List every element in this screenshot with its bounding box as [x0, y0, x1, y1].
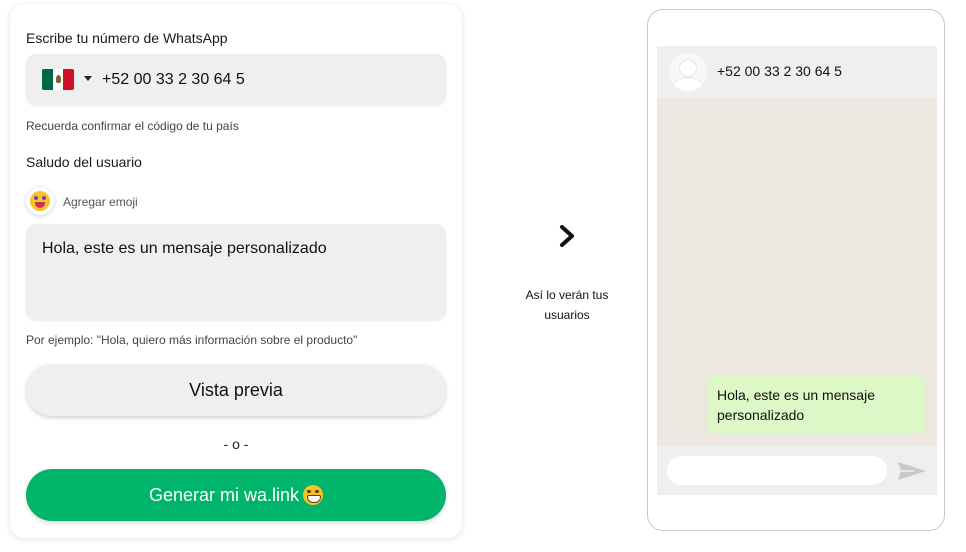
message-bubble: Hola, este es un mensaje personalizado	[707, 376, 925, 434]
emoji-face-icon	[30, 191, 50, 211]
phone-label: Escribe tu número de WhatsApp	[26, 30, 228, 46]
add-emoji-button[interactable]	[26, 187, 54, 215]
preview-caption: Así lo verán tus usuarios	[525, 288, 609, 322]
add-emoji-label[interactable]: Agregar emoji	[63, 195, 138, 209]
chat-body: Hola, este es un mensaje personalizado	[657, 98, 937, 446]
message-hint: Por ejemplo: "Hola, quiero más informaci…	[26, 333, 358, 347]
greeting-label: Saludo del usuario	[26, 154, 142, 170]
phone-preview: +52 00 33 2 30 64 5 Hola, este es un men…	[647, 9, 945, 531]
preview-button[interactable]: Vista previa	[26, 364, 446, 416]
mexico-flag-icon[interactable]	[42, 69, 74, 90]
send-icon[interactable]	[896, 459, 928, 483]
chat-footer	[657, 446, 937, 495]
chat-input[interactable]	[667, 456, 887, 485]
grinning-face-icon	[303, 485, 324, 505]
generate-link-label: Generar mi wa.link	[148, 484, 300, 505]
generate-link-button[interactable]: Generar mi wa.link	[26, 469, 446, 521]
link-form-card: Escribe tu número de WhatsApp Recuerda c…	[10, 4, 462, 538]
chat-header: +52 00 33 2 30 64 5	[657, 46, 937, 98]
phone-hint: Recuerda confirmar el código de tu país	[26, 119, 239, 133]
chat-contact-number: +52 00 33 2 30 64 5	[717, 63, 842, 79]
default-avatar-icon	[669, 53, 707, 91]
chevron-right-icon	[560, 225, 574, 247]
phone-field[interactable]	[26, 54, 446, 105]
message-textarea[interactable]: Hola, este es un mensaje personalizado	[26, 224, 446, 320]
phone-input[interactable]	[102, 66, 422, 93]
or-separator: - o -	[223, 436, 249, 452]
chevron-down-icon[interactable]	[84, 76, 92, 81]
